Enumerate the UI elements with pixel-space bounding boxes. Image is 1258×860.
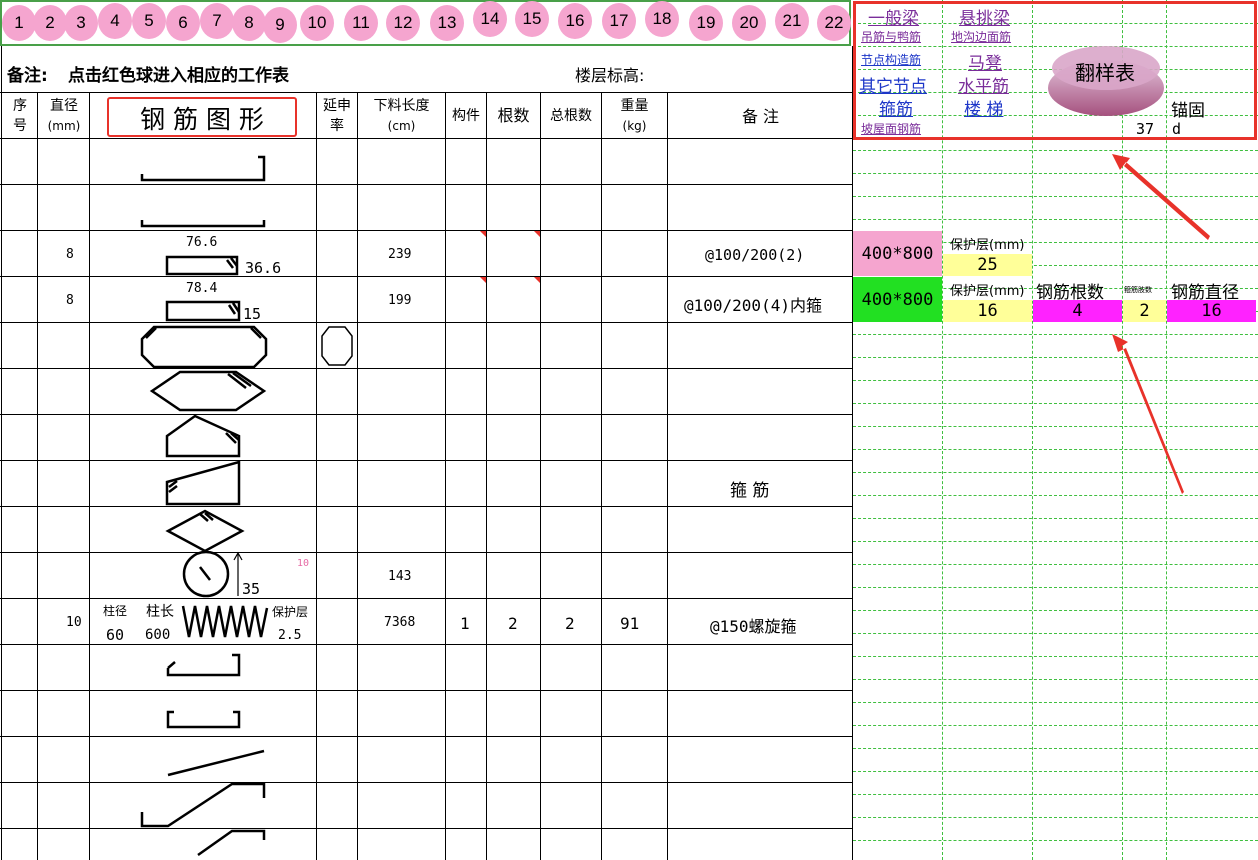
beam2-size[interactable]: 400*800 [853,277,942,322]
bar-diameter[interactable]: 16 [1167,300,1256,322]
anchor-label: 锚固 [1171,101,1205,121]
shape-row3-stirrup [165,255,239,276]
row11-diameter: 10 [66,615,82,630]
link-stairs[interactable]: 楼 梯 [964,95,1003,120]
link-cantilever-beam[interactable]: 悬挑梁 [959,4,1010,29]
shape-row4-stirrup [165,300,241,322]
link-trench-bar[interactable]: 地沟边面筋 [951,28,1011,45]
shape-row15-bar [140,782,266,828]
row11-col-d-label: 柱径 [103,604,128,618]
row10-dim-side: 35 [242,580,261,598]
row10-length: 143 [388,569,412,584]
shape-row8-trapezoid [165,460,241,506]
row11-col-d: 60 [106,626,125,644]
shape-row6-hexagon [149,370,267,412]
row4-dim-side: 15 [243,305,262,323]
row11-cover-label: 保护层 [272,605,309,619]
shape-row5-small-octagon [321,326,353,366]
beam1-cover[interactable]: 25 [943,254,1032,276]
row11-cover: 2.5 [278,628,302,643]
link-chair-bar[interactable]: 马凳 [968,49,1002,74]
shape-row12-bar [166,653,241,677]
shape-row1-bar [140,155,266,182]
row11-weight: 91 [620,614,640,633]
row3-note: @100/200(2) [705,246,805,264]
shape-row16-bar [197,829,266,857]
shape-row5-octagon [140,325,268,369]
beam1-cover-label: 保护层(mm) [950,238,1025,253]
row3-length: 239 [388,247,412,262]
link-stirrup[interactable]: 箍筋 [879,95,913,120]
row11-total: 2 [565,614,575,633]
row4-dim-top: 78.4 [186,281,218,296]
link-slope-roof[interactable]: 坡屋面钢筋 [861,120,921,137]
shape-row2-bar [140,220,266,228]
row3-diameter: 8 [66,247,74,262]
rebar-shapes-layer [140,155,353,857]
shape-row11-spiral [181,605,269,638]
link-joint-bar[interactable]: 节点构造筋 [861,51,921,68]
link-hanger-bar[interactable]: 吊筋与鸭筋 [861,28,921,45]
row9-note: 箍 筋 [730,481,770,501]
stirrup-legs-label: 箍筋肢数 [1124,286,1152,294]
beam2-cover[interactable]: 16 [943,300,1032,322]
anchor-value: 37 [1136,120,1155,138]
row4-length: 199 [388,293,412,308]
row10-small-value: 10 [297,558,310,569]
link-other-joint[interactable]: 其它节点 [859,72,927,97]
row3-dim-side: 36.6 [245,259,282,277]
row3-dim-top: 76.6 [186,235,218,250]
bar-count[interactable]: 4 [1033,300,1122,322]
anchor-unit: d [1172,120,1182,138]
row11-col-l: 600 [145,627,171,643]
beam2-cover-label: 保护层(mm) [950,284,1025,299]
row11-note: @150螺旋箍 [710,617,797,636]
link-general-beam[interactable]: 一般梁 [868,4,919,29]
row11-member: 1 [460,614,470,633]
sample-table-button[interactable]: 翻样表 [1046,57,1164,86]
shape-row13-bar [166,710,241,729]
row4-note: @100/200(4)内箍 [684,296,822,315]
link-horizontal-bar[interactable]: 水平筋 [958,72,1009,97]
beam1-size[interactable]: 400*800 [853,231,942,276]
row11-count: 2 [508,614,518,633]
row4-diameter: 8 [66,293,74,308]
shape-row14-bar [167,749,265,777]
stirrup-legs[interactable]: 2 [1123,300,1166,322]
row11-col-l-label: 柱长 [146,604,174,620]
row11-length: 7368 [384,615,416,630]
